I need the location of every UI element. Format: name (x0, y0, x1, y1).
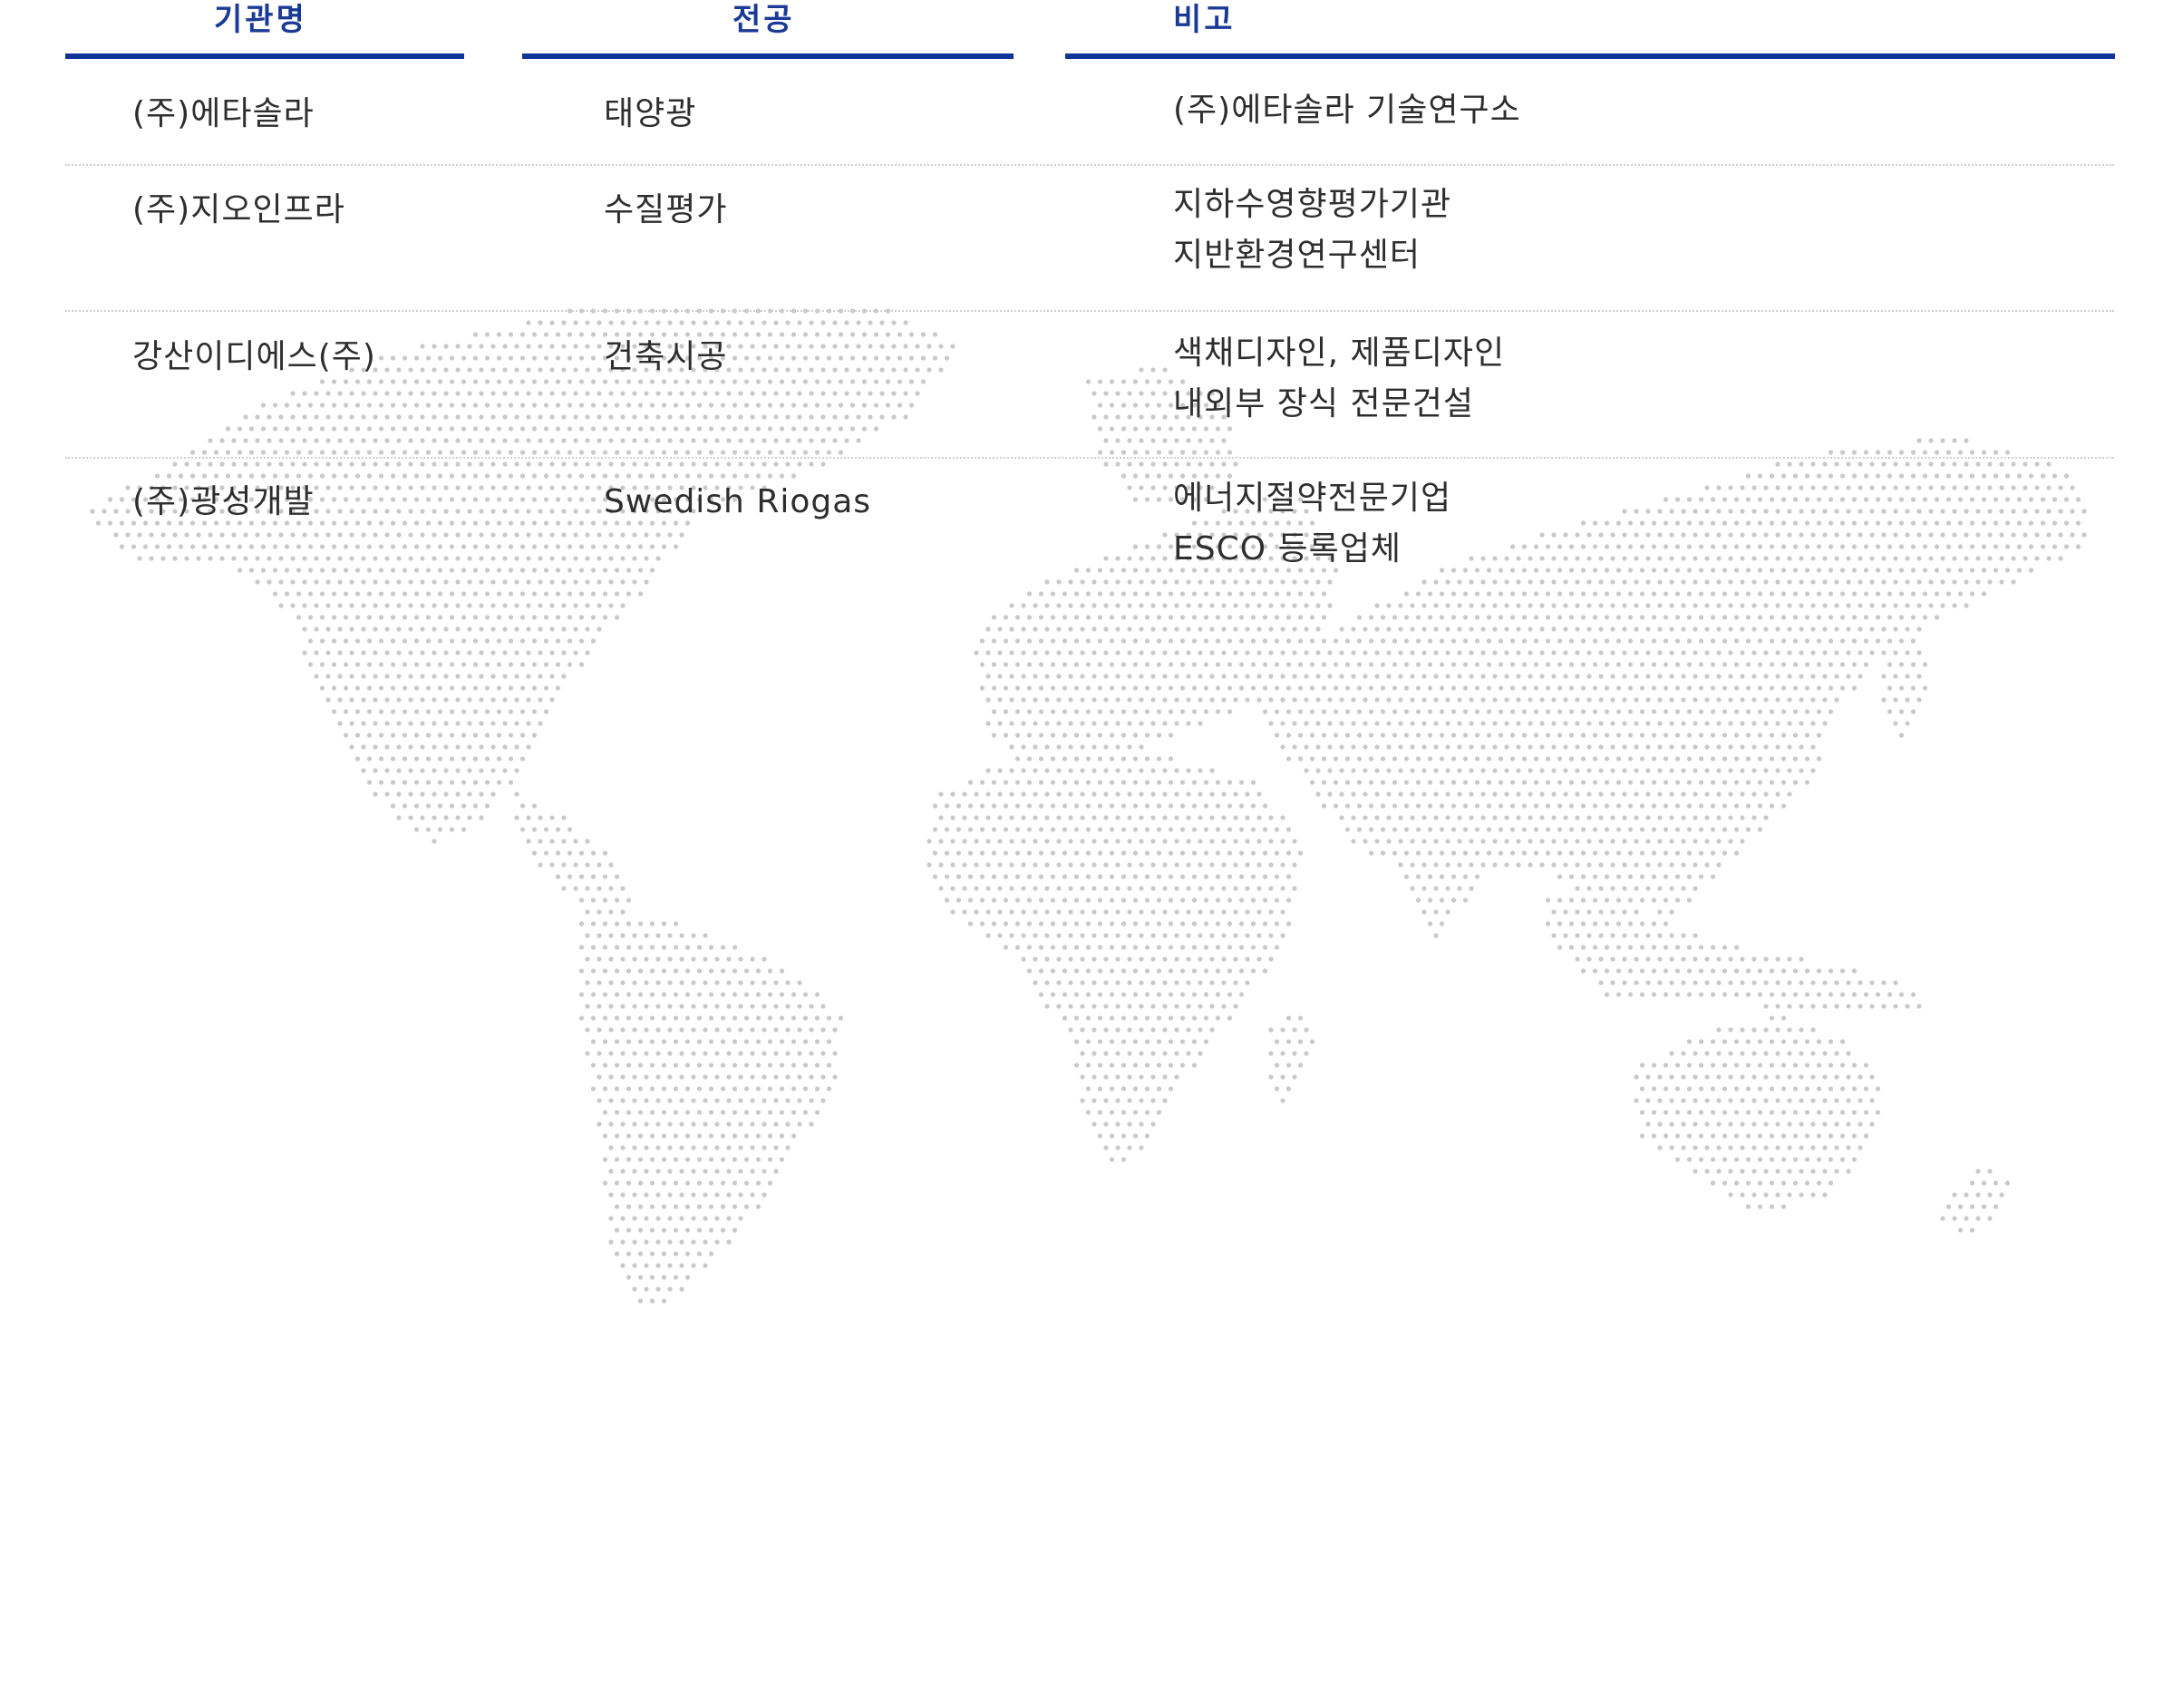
row-divider-1 (65, 164, 2114, 166)
row-2-note-line-1: 지하수영향평가기관 (1173, 186, 1452, 223)
row-4-note-line-1: 에너지절약전문기업 (1173, 480, 1452, 517)
row-2-note: 지하수영향평가기관 지반환경연구센터 (1173, 180, 1451, 281)
header-rule-org (65, 53, 464, 59)
row-1-org: (주)에타솔라 (132, 95, 315, 132)
row-1-note: (주)에타솔라 기술연구소 (1173, 85, 1521, 136)
header-rule-note (1065, 53, 2115, 59)
row-2-note-line-2: 지반환경연구센터 (1173, 237, 1421, 274)
row-divider-3 (65, 457, 2114, 459)
partner-institutions-page: 기관명 전공 비고 (주)에타솔라 태양광 (주)에타솔라 기술연구소 (주)지… (0, 0, 2173, 1708)
row-2-org: (주)지오인프라 (132, 191, 345, 228)
row-3-major: 건축시공 (604, 338, 728, 375)
row-4-major: Swedish Riogas (604, 483, 872, 520)
row-3-note-line-1: 색채디자인, 제품디자인 (1173, 335, 1506, 372)
world-map-dot-icon (90, 308, 2087, 1304)
row-1-major: 태양광 (604, 95, 697, 132)
row-3-note: 색채디자인, 제품디자인 내외부 장식 전문건설 (1173, 328, 1505, 430)
header-rule-major (522, 53, 1014, 59)
row-3-org: 강산이디에스(주) (132, 338, 376, 375)
row-3-note-line-2: 내외부 장식 전문건설 (1173, 385, 1474, 422)
header-org-name: 기관명 (214, 2, 307, 38)
row-divider-2 (65, 310, 2114, 312)
header-major: 전공 (732, 2, 795, 38)
row-1-note-line-1: (주)에타솔라 기술연구소 (1173, 92, 1521, 129)
row-4-note: 에너지절약전문기업 ESCO 등록업체 (1173, 473, 1451, 575)
row-4-note-line-2: ESCO 등록업체 (1173, 530, 1402, 568)
row-4-org: (주)광성개발 (132, 483, 315, 520)
row-2-major: 수질평가 (604, 191, 728, 228)
header-note: 비고 (1173, 2, 1236, 38)
